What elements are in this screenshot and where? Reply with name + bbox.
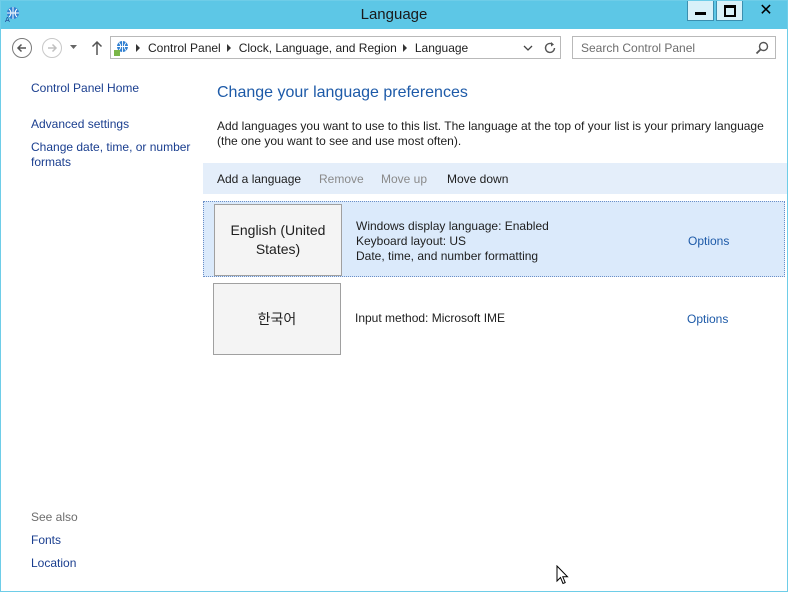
close-icon: ✕ [759,2,773,19]
mouse-pointer-icon [556,565,569,585]
up-arrow-icon[interactable] [90,40,104,56]
breadcrumb-control-panel[interactable]: Control Panel [148,41,221,55]
address-bar[interactable]: Control Panel Clock, Language, and Regio… [110,36,561,59]
maximize-button[interactable] [716,1,743,21]
breadcrumb-clock-language-region[interactable]: Clock, Language, and Region [239,41,397,55]
minimize-icon [695,11,706,15]
language-row-korean[interactable]: 한국어 Input method: Microsoft IME Options [203,281,785,357]
page-description: Add languages you want to use to this li… [217,119,764,148]
remove-button[interactable]: Remove [319,172,364,186]
refresh-icon[interactable] [543,41,557,55]
page-title: Change your language preferences [217,84,468,101]
navigation-bar: Control Panel Clock, Language, and Regio… [1,29,787,67]
language-tile[interactable]: 한국어 [213,283,341,355]
breadcrumb-separator-icon[interactable] [226,44,231,52]
recent-locations-icon[interactable] [69,43,78,52]
back-button[interactable] [12,38,32,58]
search-icon[interactable] [755,41,769,55]
forward-button[interactable] [42,38,62,58]
title-bar[interactable]: A Language ✕ [1,1,787,29]
close-button[interactable]: ✕ [745,1,787,21]
back-arrow-icon [16,43,26,53]
language-row-english[interactable]: English (United States) Windows display … [203,201,785,277]
display-language-status: Windows display language: Enabled [356,219,549,233]
move-up-button[interactable]: Move up [381,172,427,186]
change-date-time-formats-link[interactable]: Change date, time, or number formats [31,140,196,170]
fonts-link[interactable]: Fonts [31,533,196,548]
forward-arrow-icon [48,43,58,53]
minimize-button[interactable] [687,1,714,21]
breadcrumb-language[interactable]: Language [415,41,468,55]
breadcrumb: Control Panel Clock, Language, and Regio… [136,41,468,55]
input-method-status: Input method: Microsoft IME [355,311,506,325]
breadcrumb-separator-icon[interactable] [136,44,140,52]
control-panel-home-link[interactable]: Control Panel Home [31,81,196,96]
see-also-heading: See also [31,510,78,524]
search-box[interactable] [572,36,776,59]
advanced-settings-link[interactable]: Advanced settings [31,117,196,132]
language-window: A Language ✕ Control Panel Clock, Langua… [0,0,788,592]
options-link[interactable]: Options [687,312,728,326]
maximize-icon [723,4,736,17]
window-title: Language [360,6,428,23]
left-pane: Control Panel Home Advanced settings Cha… [1,67,201,591]
breadcrumb-separator-icon[interactable] [402,44,407,52]
chevron-down-icon[interactable] [522,42,534,54]
control-panel-icon [114,41,128,56]
options-link[interactable]: Options [688,234,729,248]
add-language-button[interactable]: Add a language [217,172,301,186]
formatting-status: Date, time, and number formatting [356,249,539,263]
move-down-button[interactable]: Move down [447,172,508,186]
main-content: Change your language preferences Add lan… [201,67,787,591]
language-tile[interactable]: English (United States) [214,204,342,276]
search-input[interactable] [573,37,759,58]
location-link[interactable]: Location [31,556,196,571]
keyboard-layout-status: Keyboard layout: US [356,234,467,248]
language-toolbar: Add a language Remove Move up Move down [203,163,787,194]
language-details: Windows display language: Enabled Keyboa… [356,219,549,264]
language-details: Input method: Microsoft IME [355,311,505,326]
